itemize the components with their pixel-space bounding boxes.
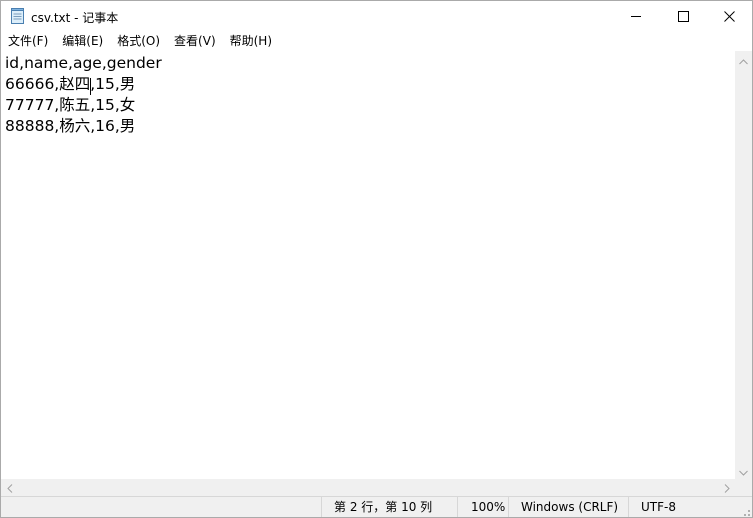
status-bar: 第 2 行，第 10 列 100% Windows (CRLF) UTF-8 [1,496,752,517]
menu-view[interactable]: 查看(V) [167,32,223,51]
minimize-icon [630,7,642,26]
close-icon [723,7,735,26]
line-ending: Windows (CRLF) [508,497,628,517]
horizontal-scrollbar[interactable] [1,479,735,496]
menu-help[interactable]: 帮助(H) [223,32,279,51]
cursor-position: 第 2 行，第 10 列 [321,497,457,517]
menu-edit[interactable]: 编辑(E) [55,32,110,51]
menu-bar: 文件(F) 编辑(E) 格式(O) 查看(V) 帮助(H) [1,32,752,51]
text-line: 66666,赵四,15,男 [5,75,136,93]
text-line: 77777,陈五,15,女 [5,96,136,114]
window-title: csv.txt - 记事本 [31,11,119,25]
scroll-right-button[interactable] [718,479,735,496]
minimize-button[interactable] [613,1,659,32]
close-button[interactable] [706,1,752,32]
vertical-scrollbar[interactable] [735,51,752,479]
menu-file[interactable]: 文件(F) [1,32,55,51]
scroll-left-button[interactable] [1,479,18,496]
resize-grip-icon[interactable] [740,505,750,516]
chevron-left-icon [6,478,13,497]
zoom-level: 100% [457,497,508,517]
text-caret [90,78,91,95]
chevron-right-icon [724,478,730,497]
chevron-down-icon [739,461,748,480]
menu-format[interactable]: 格式(O) [110,32,167,51]
text-line: id,name,age,gender [5,54,162,72]
chevron-up-icon [739,50,748,69]
scroll-down-button[interactable] [735,462,752,479]
maximize-icon [677,7,689,26]
notepad-icon [11,8,24,24]
encoding: UTF-8 [628,497,752,517]
maximize-button[interactable] [660,1,706,32]
text-editor[interactable]: id,name,age,gender 66666,赵四,15,男 77777,陈… [1,51,735,479]
text-line: 88888,杨六,16,男 [5,117,136,135]
notepad-window: csv.txt - 记事本 文件(F) 编辑(E) 格式(O) 查看(V) 帮助… [0,0,753,518]
title-bar[interactable]: csv.txt - 记事本 [1,1,752,32]
scrollbar-corner [735,479,752,496]
scroll-up-button[interactable] [735,51,752,68]
